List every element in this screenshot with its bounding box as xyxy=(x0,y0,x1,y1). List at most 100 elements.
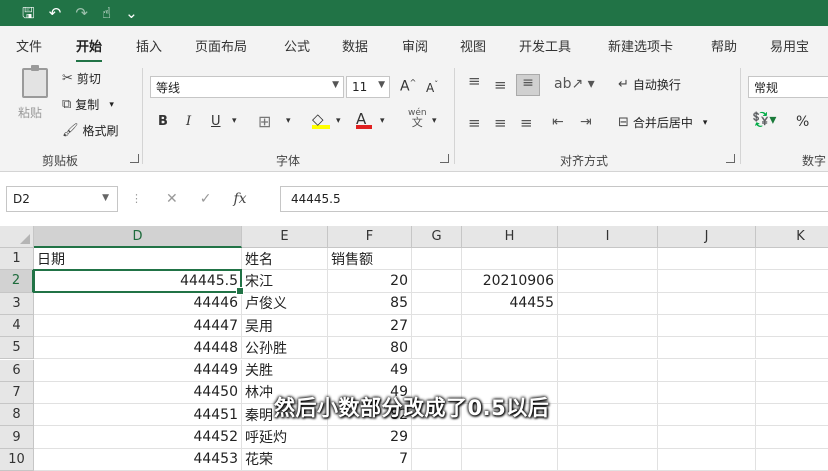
row-header-2[interactable]: 2 xyxy=(0,270,34,293)
cell-J6[interactable] xyxy=(658,359,756,382)
merge-center-button[interactable]: ⊟ 合并后居中 ▾ xyxy=(618,114,707,131)
increase-indent-icon[interactable]: ⇥ xyxy=(580,114,592,130)
row-header-10[interactable]: 10 xyxy=(0,448,34,471)
column-header-J[interactable]: J xyxy=(658,226,756,248)
cell-G6[interactable] xyxy=(412,359,462,382)
italic-button[interactable]: I xyxy=(186,114,191,129)
align-top-icon[interactable]: ≡ xyxy=(468,72,481,90)
cell-H9[interactable] xyxy=(462,426,558,449)
cell-K9[interactable] xyxy=(756,426,828,449)
cell-I8[interactable] xyxy=(558,404,658,427)
touch-mode-icon[interactable]: ☝ xyxy=(102,5,111,21)
cut-button[interactable]: ✂ 剪切 xyxy=(62,70,101,87)
align-middle-icon[interactable]: ≡ xyxy=(494,76,507,94)
cell-D10[interactable]: 44453 xyxy=(34,448,242,471)
cell-G4[interactable] xyxy=(412,314,462,338)
cell-E1[interactable]: 姓名 xyxy=(242,248,328,271)
phonetic-icon[interactable]: wén 文 xyxy=(408,108,427,128)
paste-icon[interactable] xyxy=(22,65,48,98)
cell-D3[interactable]: 44446 xyxy=(34,292,242,315)
clipboard-launcher-icon[interactable] xyxy=(130,154,139,163)
tab-3[interactable]: 页面布局 xyxy=(195,36,247,55)
column-header-F[interactable]: F xyxy=(328,226,412,248)
cell-F10[interactable]: 7 xyxy=(328,448,412,471)
tab-1[interactable]: 开始 xyxy=(76,36,103,63)
tab-6[interactable]: 审阅 xyxy=(402,36,428,55)
cell-J8[interactable] xyxy=(658,404,756,427)
tab-4[interactable]: 公式 xyxy=(284,36,310,55)
row-header-5[interactable]: 5 xyxy=(0,337,34,360)
select-all-corner[interactable] xyxy=(0,226,34,248)
cell-G3[interactable] xyxy=(412,292,462,315)
cell-I7[interactable] xyxy=(558,381,658,405)
row-header-4[interactable]: 4 xyxy=(0,314,34,338)
cell-G5[interactable] xyxy=(412,337,462,360)
cell-F4[interactable]: 27 xyxy=(328,314,412,338)
cell-I6[interactable] xyxy=(558,359,658,382)
cell-J1[interactable] xyxy=(658,248,756,271)
cell-F6[interactable]: 49 xyxy=(328,359,412,382)
cell-D7[interactable]: 44450 xyxy=(34,381,242,405)
cell-J7[interactable] xyxy=(658,381,756,405)
row-header-9[interactable]: 9 xyxy=(0,426,34,449)
wrap-text-button[interactable]: ↵ 自动换行 xyxy=(618,76,681,93)
tab-0[interactable]: 文件 xyxy=(16,36,42,55)
cell-D5[interactable]: 44448 xyxy=(34,337,242,360)
cell-K7[interactable] xyxy=(756,382,828,405)
decrease-indent-icon[interactable]: ⇤ xyxy=(552,114,564,130)
cell-E5[interactable]: 公孙胜 xyxy=(242,337,328,360)
border-icon[interactable]: ⊞ xyxy=(258,112,271,131)
align-right-icon[interactable]: ≡ xyxy=(520,114,533,132)
cell-G10[interactable] xyxy=(412,448,462,471)
align-center-icon[interactable]: ≡ xyxy=(494,114,507,132)
alignment-launcher-icon[interactable] xyxy=(726,154,735,163)
cell-E9[interactable]: 呼延灼 xyxy=(242,426,328,449)
customize-toolbar-icon[interactable]: ⌄ xyxy=(125,5,138,21)
align-left-icon[interactable]: ≡ xyxy=(468,114,481,132)
redo-icon[interactable]: ↷ xyxy=(75,5,88,21)
tab-8[interactable]: 开发工具 xyxy=(519,36,571,55)
font-color-dropdown-icon[interactable]: ▾ xyxy=(380,116,385,126)
font-name-dropdown[interactable]: 等线 ▼ xyxy=(150,76,344,98)
cell-I3[interactable] xyxy=(558,292,658,315)
spreadsheet-grid[interactable]: D E F G H I J K 1 日期 姓名 销售额 2 44445.5 宋江 20 20210906 3 444… xyxy=(0,226,828,471)
cell-K1[interactable] xyxy=(756,248,828,271)
cell-H10[interactable] xyxy=(462,448,558,471)
row-header-6[interactable]: 6 xyxy=(0,359,34,382)
cell-D4[interactable]: 44447 xyxy=(34,314,242,338)
save-icon[interactable]: 🖫 xyxy=(22,5,35,21)
cell-E3[interactable]: 卢俊义 xyxy=(242,292,328,315)
number-format-dropdown[interactable]: 常规 xyxy=(748,76,828,98)
border-dropdown-icon[interactable]: ▾ xyxy=(286,116,291,126)
tab-11[interactable]: 易用宝 xyxy=(770,36,809,55)
column-header-K[interactable]: K xyxy=(756,226,828,248)
cell-I9[interactable] xyxy=(558,426,658,449)
cell-K3[interactable] xyxy=(756,293,828,315)
row-header-3[interactable]: 3 xyxy=(0,292,34,315)
cell-H5[interactable] xyxy=(462,337,558,360)
column-header-H[interactable]: H xyxy=(462,226,558,248)
cell-I4[interactable] xyxy=(558,314,658,338)
cell-D8[interactable]: 44451 xyxy=(34,404,242,427)
shrink-font-icon[interactable]: Aˇ xyxy=(426,80,438,95)
cell-D1[interactable]: 日期 xyxy=(34,248,242,271)
cell-F5[interactable]: 80 xyxy=(328,337,412,360)
cell-I1[interactable] xyxy=(558,248,658,271)
paste-button[interactable]: 粘贴 xyxy=(18,104,42,121)
grow-font-icon[interactable]: A^ xyxy=(400,78,416,95)
underline-dropdown-icon[interactable]: ▾ xyxy=(232,116,237,126)
bold-button[interactable]: B xyxy=(158,114,168,129)
tab-10[interactable]: 帮助 xyxy=(711,36,737,55)
formula-input[interactable]: 44445.5 xyxy=(280,186,828,212)
font-launcher-icon[interactable] xyxy=(440,154,449,163)
cell-J3[interactable] xyxy=(658,292,756,315)
cell-F2[interactable]: 20 xyxy=(328,270,412,293)
cell-J9[interactable] xyxy=(658,426,756,449)
undo-icon[interactable]: ↶ xyxy=(49,5,62,21)
formula-bar-grip-icon[interactable]: ⋮ xyxy=(131,192,142,205)
cell-D6[interactable]: 44449 xyxy=(34,359,242,382)
cell-H6[interactable] xyxy=(462,359,558,382)
column-header-D[interactable]: D xyxy=(34,226,242,248)
percent-button[interactable]: % xyxy=(796,114,809,130)
cell-H3[interactable]: 44455 xyxy=(462,292,558,315)
